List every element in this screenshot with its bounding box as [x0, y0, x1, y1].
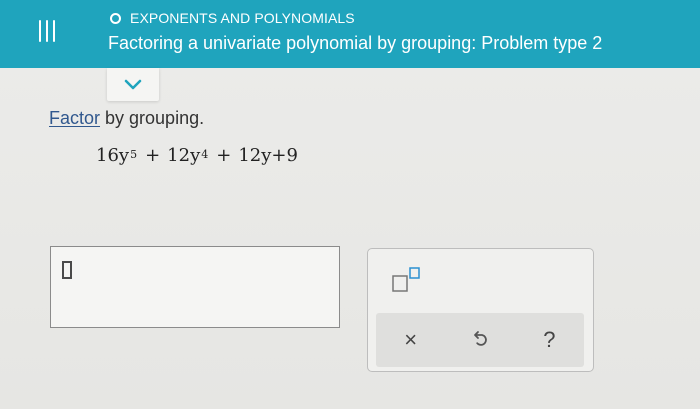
- instruction-text: by grouping.: [100, 108, 205, 128]
- problem-page: EXPONENTS AND POLYNOMIALS Factoring a un…: [0, 0, 700, 409]
- collapse-toggle-button[interactable]: [107, 68, 159, 101]
- menu-bar-middle: [46, 20, 48, 42]
- top-header: EXPONENTS AND POLYNOMIALS Factoring a un…: [0, 0, 700, 68]
- plus-sign-one: +: [145, 145, 161, 166]
- term-one-exponent: 5: [130, 148, 138, 161]
- hamburger-menu-icon: [39, 20, 55, 42]
- plus-sign-three: +: [271, 145, 287, 166]
- exponent-template-button[interactable]: [392, 266, 426, 294]
- exponent-template-icon: [392, 267, 420, 292]
- menu-bar-right: [53, 20, 55, 42]
- help-button[interactable]: ?: [528, 319, 570, 361]
- plus-sign-two: +: [216, 145, 232, 166]
- empty-box-icon: [62, 261, 72, 279]
- chevron-down-icon: [124, 79, 142, 89]
- topic-label: EXPONENTS AND POLYNOMIALS: [130, 10, 355, 26]
- math-tools-panel: × ?: [367, 248, 594, 372]
- undo-icon: [474, 331, 487, 346]
- term-four: 9: [286, 145, 298, 166]
- circle-icon: [110, 12, 121, 24]
- term-two-exponent: 4: [201, 148, 209, 161]
- undo-button[interactable]: [459, 319, 501, 361]
- clear-button[interactable]: ×: [390, 319, 432, 361]
- problem-instruction: Factor by grouping.: [49, 108, 204, 129]
- factor-link[interactable]: Factor: [49, 108, 100, 128]
- tool-actions-bar: × ?: [376, 313, 584, 367]
- menu-button[interactable]: [33, 20, 59, 46]
- topic-row: EXPONENTS AND POLYNOMIALS: [110, 8, 355, 28]
- polynomial-expression: 16y 5 + 12y 4 + 12y + 9: [96, 145, 298, 179]
- page-title: Factoring a univariate polynomial by gro…: [108, 33, 603, 53]
- answer-input[interactable]: [50, 246, 340, 328]
- term-two-coefficient: 12y: [167, 145, 201, 166]
- term-three: 12y: [238, 145, 272, 166]
- term-one-coefficient: 16y: [96, 145, 130, 166]
- menu-bar-left: [39, 20, 41, 42]
